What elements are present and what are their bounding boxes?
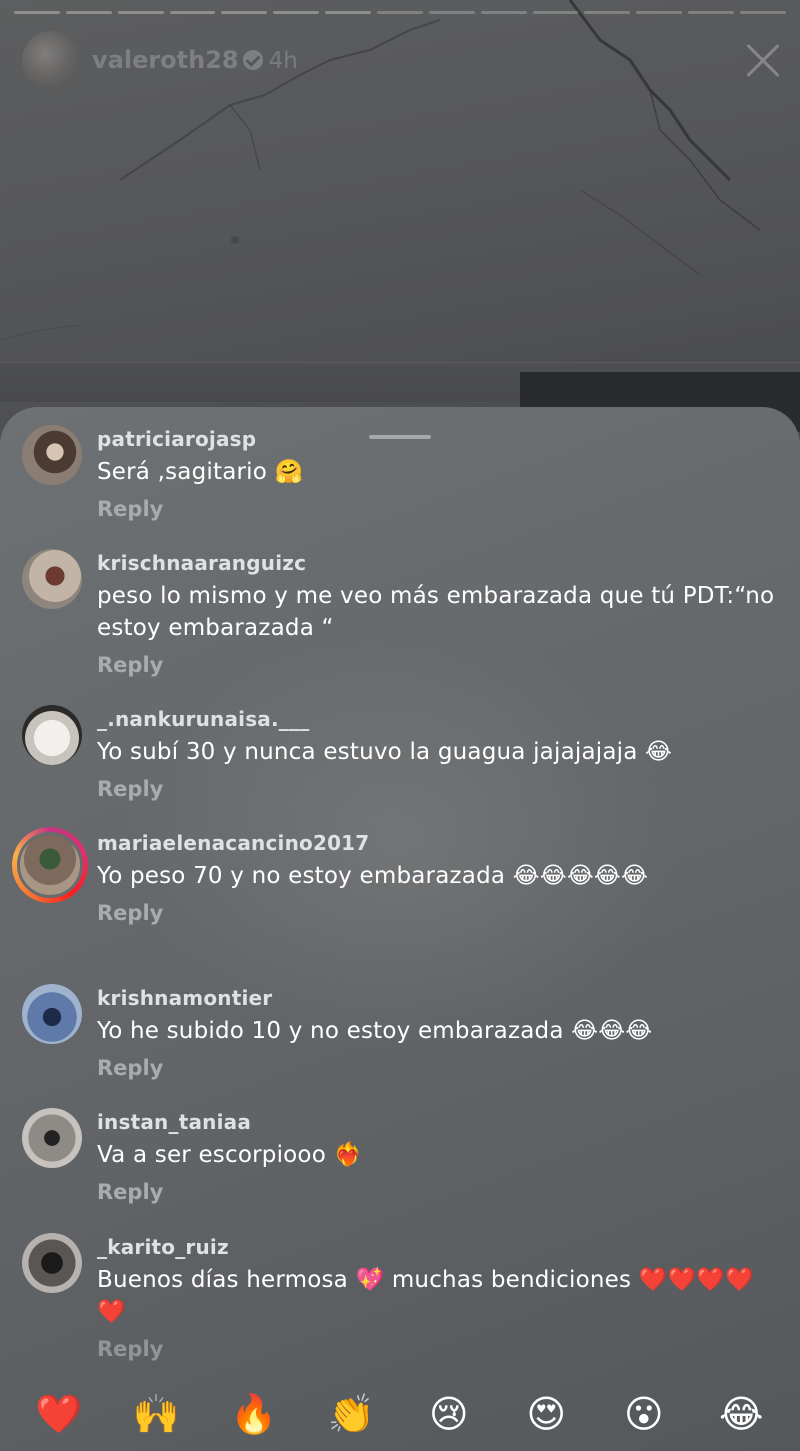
story-author-avatar[interactable] (22, 31, 80, 89)
story-progress-segment (14, 11, 60, 14)
avatar-woman-standing[interactable] (22, 1108, 82, 1168)
comment-username[interactable]: mariaelenacancino2017 (97, 829, 777, 857)
avatar-woman-bedroom[interactable] (22, 549, 82, 609)
comment-text: Será ,sagitario 🤗 (97, 459, 304, 485)
avatar-white-cat[interactable] (22, 705, 82, 765)
story-progress-segment (325, 11, 372, 14)
crying-face-reaction[interactable]: 😢 (419, 1392, 479, 1436)
avatar-woman-outdoor[interactable] (22, 984, 82, 1044)
story-progress-segment (636, 11, 683, 14)
reply-button[interactable]: Reply (97, 1177, 777, 1207)
story-progress-segment (584, 11, 631, 14)
reply-button[interactable]: Reply (97, 650, 777, 680)
comment-username[interactable]: krishnamontier (97, 984, 777, 1012)
raised-hands-reaction[interactable]: 🙌 (126, 1392, 186, 1436)
laughing-face-reaction[interactable]: 😂 (711, 1392, 771, 1436)
comment-text: Yo subí 30 y nunca estuvo la guagua jaja… (97, 739, 673, 765)
close-icon[interactable] (740, 38, 786, 84)
quick-reactions-bar: ❤️ 🙌 🔥 👏 😢 😍 😮 😂 (0, 1384, 800, 1444)
story-progress-segment (65, 11, 112, 14)
comment-username[interactable]: instan_taniaa (97, 1108, 777, 1136)
story-progress-segment (169, 11, 216, 14)
story-progress-segment (117, 11, 164, 14)
verified-badge-icon (242, 50, 263, 70)
reply-button[interactable]: Reply (97, 1334, 777, 1364)
story-header: valeroth28 4h (22, 30, 298, 90)
clapping-reaction[interactable]: 👏 (321, 1392, 381, 1436)
reply-button[interactable]: Reply (97, 774, 777, 804)
comment-username[interactable]: krischnaaranguizc (97, 549, 777, 577)
comment-text: Yo peso 70 y no estoy embarazada 😂😂😂😂😂 (97, 863, 649, 889)
story-username[interactable]: valeroth28 (92, 46, 239, 74)
reply-button[interactable]: Reply (97, 898, 777, 928)
avatar-woman-dark[interactable] (22, 1233, 82, 1293)
avatar-woman-story-ring[interactable] (12, 827, 88, 903)
reply-button[interactable]: Reply (97, 494, 777, 524)
fire-reaction[interactable]: 🔥 (224, 1392, 284, 1436)
comment-text: Va a ser escorpiooo ❤️‍🔥 (97, 1142, 363, 1168)
reply-button[interactable]: Reply (97, 1053, 777, 1083)
story-progress-segment (480, 11, 527, 14)
story-progress-bar (14, 11, 786, 15)
comments-sheet: patriciarojasp Será ,sagitario 🤗 Reply k… (0, 407, 800, 1451)
story-timestamp: 4h (268, 48, 298, 74)
story-progress-segment (740, 11, 786, 14)
story-progress-segment (688, 11, 735, 14)
heart-eyes-reaction[interactable]: 😍 (516, 1392, 576, 1436)
story-progress-segment (428, 11, 475, 14)
comment-username[interactable]: _karito_ruiz (97, 1233, 777, 1261)
avatar-woman-hair[interactable] (22, 425, 82, 485)
comment-username[interactable]: patriciarojasp (97, 425, 777, 453)
comment-text: peso lo mismo y me veo más embarazada qu… (97, 583, 775, 641)
comment-text: Buenos días hermosa 💖 muchas bendiciones… (97, 1267, 755, 1325)
story-progress-segment (221, 11, 268, 14)
story-progress-segment (377, 11, 423, 14)
surprised-face-reaction[interactable]: 😮 (614, 1392, 674, 1436)
heart-reaction[interactable]: ❤️ (29, 1392, 89, 1436)
story-progress-segment (532, 11, 579, 14)
comment-username[interactable]: _.nankurunaisa.___ (97, 705, 777, 733)
story-progress-segment (273, 11, 320, 14)
comment-text: Yo he subido 10 y no estoy embarazada 😂😂… (97, 1018, 653, 1044)
